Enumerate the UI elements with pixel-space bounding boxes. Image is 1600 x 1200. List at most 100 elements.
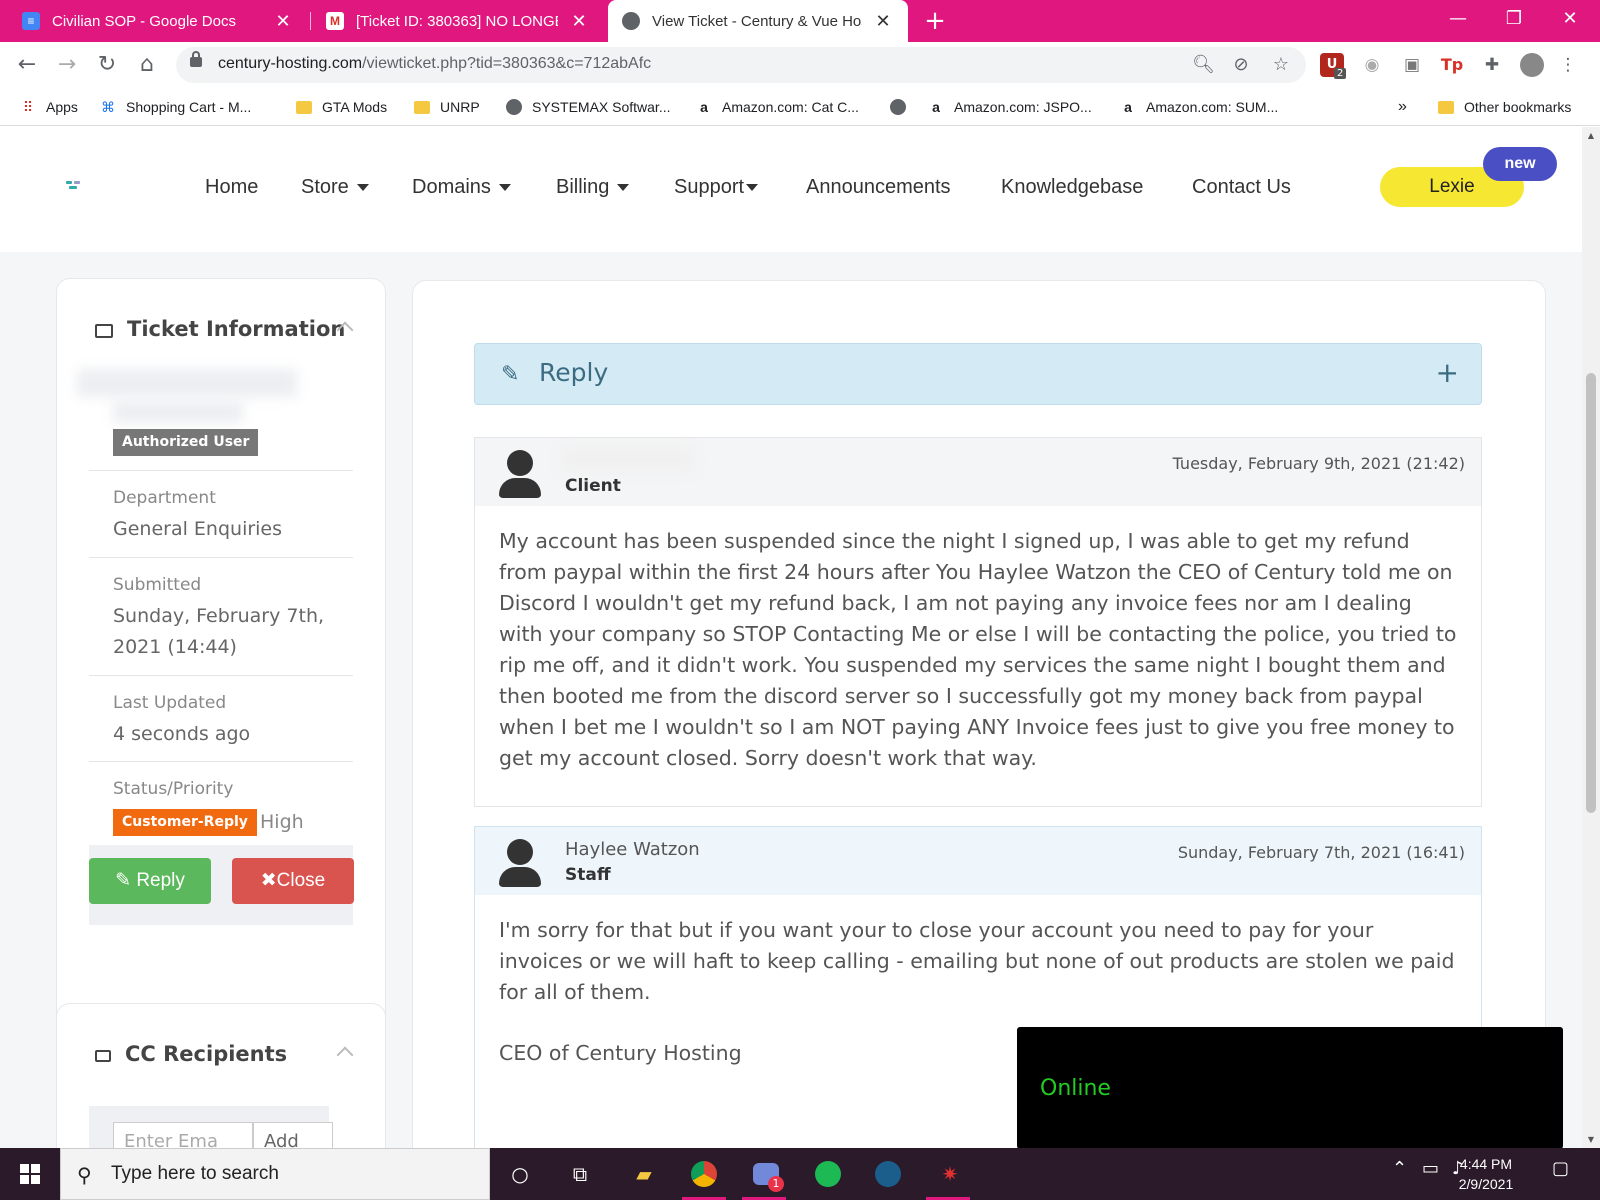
new-badge: new (1483, 147, 1557, 181)
tab-strip: ≡ Civilian SOP - Google Docs ✕ M [Ticket… (0, 0, 1600, 42)
task-view-icon[interactable]: ⧉ (562, 1156, 598, 1192)
site-logo[interactable] (66, 181, 82, 191)
bookmark-gta-mods[interactable]: GTA Mods (296, 96, 387, 118)
scrollbar-thumb[interactable] (1586, 373, 1596, 813)
url-text[interactable]: century-hosting.com/viewticket.php?tid=3… (218, 55, 651, 73)
nav-contact-us[interactable]: Contact Us (1192, 176, 1291, 199)
close-ticket-button[interactable]: ✖Close (232, 858, 354, 904)
page-scrollbar[interactable]: ▲ ▼ (1582, 127, 1600, 1148)
authorized-user-badge: Authorized User (113, 429, 259, 456)
minimize-button[interactable]: — (1430, 0, 1486, 38)
bookmark-shopping-cart[interactable]: ⌘ Shopping Cart - M... (100, 96, 251, 118)
tab-view-ticket[interactable]: View Ticket - Century & Vue Hos ✕ (608, 0, 908, 42)
menu-dots-icon[interactable]: ⋮ (1556, 53, 1580, 77)
notifications-icon[interactable]: ▢ (1552, 1158, 1569, 1179)
url-path: /viewticket.php?tid=380363&c=712abAfc (362, 55, 652, 72)
forward-button[interactable]: → (52, 50, 82, 80)
folder-icon (296, 100, 312, 114)
tp-extension-icon[interactable]: Tp (1440, 53, 1464, 77)
nav-home[interactable]: Home (205, 176, 258, 199)
cc-add-button[interactable]: Add (253, 1122, 333, 1148)
cc-email-input[interactable]: Enter Ema (113, 1122, 253, 1148)
nav-announcements[interactable]: Announcements (806, 176, 951, 199)
chevron-up-icon[interactable] (336, 1046, 354, 1064)
nav-domains[interactable]: Domains (412, 176, 511, 199)
redacted-name (77, 369, 297, 397)
pencil-icon: ✎ (115, 870, 137, 891)
status-badge: Customer-Reply (113, 809, 257, 836)
globe-icon (622, 12, 640, 30)
puzzle-extensions-icon[interactable]: ✚ (1480, 53, 1504, 77)
bookmark-label: Shopping Cart - M... (126, 99, 252, 115)
start-button[interactable] (0, 1148, 60, 1200)
nav-billing[interactable]: Billing (556, 176, 630, 199)
cc-icon (95, 1050, 111, 1062)
extension-badge: 2 (1334, 68, 1347, 79)
reload-button[interactable]: ↻ (92, 50, 122, 80)
message-author: Haylee Watzon (565, 839, 700, 860)
nav-label: Domains (412, 176, 491, 198)
steam-icon[interactable] (870, 1156, 906, 1192)
site-header: Home Store Domains Billing Support Annou… (0, 127, 1582, 252)
game-app-icon[interactable]: ✷ (932, 1156, 968, 1192)
back-button[interactable]: ← (12, 50, 42, 80)
taskbar-search-box[interactable]: ⚲ Type here to search (60, 1148, 490, 1200)
user-avatar-icon (499, 839, 541, 887)
profile-avatar[interactable] (1520, 53, 1544, 77)
department-value: General Enquiries (113, 518, 283, 540)
close-tab-icon[interactable]: ✕ (272, 11, 294, 32)
nav-support[interactable]: Support (674, 176, 759, 199)
message-signature: CEO of Century Hosting (499, 1041, 742, 1065)
maximize-button[interactable]: ❐ (1486, 0, 1542, 38)
taskbar-clock[interactable]: 4:44 PM 2/9/2021 (1436, 1154, 1536, 1194)
window-close-button[interactable]: ✕ (1542, 0, 1598, 38)
tab-gmail-ticket[interactable]: M [Ticket ID: 380363] NO LONGER I ✕ (312, 0, 604, 42)
spotify-icon[interactable] (810, 1156, 846, 1192)
divider (89, 557, 353, 558)
nav-knowledgebase[interactable]: Knowledgebase (1001, 176, 1143, 199)
home-button[interactable]: ⌂ (132, 50, 162, 80)
tray-overflow-icon[interactable]: ⌃ (1392, 1158, 1407, 1179)
bookmark-apps[interactable]: ⠿ Apps (20, 96, 78, 118)
windows-logo-icon (20, 1164, 40, 1184)
folder-icon (1438, 100, 1454, 114)
address-bar[interactable]: century-hosting.com/viewticket.php?tid=3… (176, 47, 1306, 83)
cast-extension-icon[interactable]: ▣ (1400, 53, 1424, 77)
close-tab-icon[interactable]: ✕ (872, 11, 894, 32)
bookmarks-overflow[interactable]: » (1398, 96, 1407, 118)
redacted-email (113, 401, 243, 423)
tab-google-docs[interactable]: ≡ Civilian SOP - Google Docs ✕ (8, 0, 308, 42)
url-domain: century-hosting.com (218, 55, 363, 72)
nav-store[interactable]: Store (301, 176, 369, 199)
scroll-up-icon[interactable]: ▲ (1586, 131, 1596, 140)
bookmark-star-icon[interactable]: ☆ (1270, 54, 1292, 76)
chrome-icon[interactable] (686, 1156, 722, 1192)
bookmark-globe[interactable] (890, 96, 916, 118)
zoom-icon[interactable]: 🔍︎ (1192, 54, 1215, 76)
bookmark-amazon-sum[interactable]: a Amazon.com: SUM... (1120, 96, 1278, 118)
lock-icon (190, 51, 202, 67)
bookmark-label: Amazon.com: SUM... (1146, 99, 1279, 115)
close-tab-icon[interactable]: ✕ (568, 11, 590, 32)
file-explorer-icon[interactable]: ▰ (626, 1156, 662, 1192)
bookmark-amazon-cat[interactable]: a Amazon.com: Cat C... (696, 96, 859, 118)
divider (89, 761, 353, 762)
other-bookmarks[interactable]: Other bookmarks (1438, 96, 1571, 118)
cortana-icon[interactable]: ○ (502, 1156, 538, 1192)
discord-notification-badge: 1 (768, 1176, 784, 1192)
tracking-blocked-icon[interactable]: ⊘ (1230, 54, 1252, 76)
reply-panel-toggle[interactable]: ✎ Reply + (474, 343, 1482, 405)
taskbar-search-placeholder: Type here to search (111, 1163, 279, 1184)
amazon-icon: a (1124, 99, 1132, 115)
divider (89, 675, 353, 676)
message-role: Staff (565, 865, 611, 885)
gmail-icon: M (326, 12, 344, 30)
bookmark-unrp[interactable]: UNRP (414, 96, 480, 118)
bookmark-label: Apps (46, 99, 78, 115)
scroll-down-icon[interactable]: ▼ (1586, 1135, 1596, 1144)
discord-extension-icon[interactable]: ◉ (1360, 53, 1384, 77)
reply-button[interactable]: ✎ Reply (89, 858, 211, 904)
bookmark-amazon-jspo[interactable]: a Amazon.com: JSPO... (928, 96, 1092, 118)
bookmark-systemax[interactable]: SYSTEMAX Softwar... (506, 96, 671, 118)
new-tab-button[interactable]: + (920, 6, 950, 36)
